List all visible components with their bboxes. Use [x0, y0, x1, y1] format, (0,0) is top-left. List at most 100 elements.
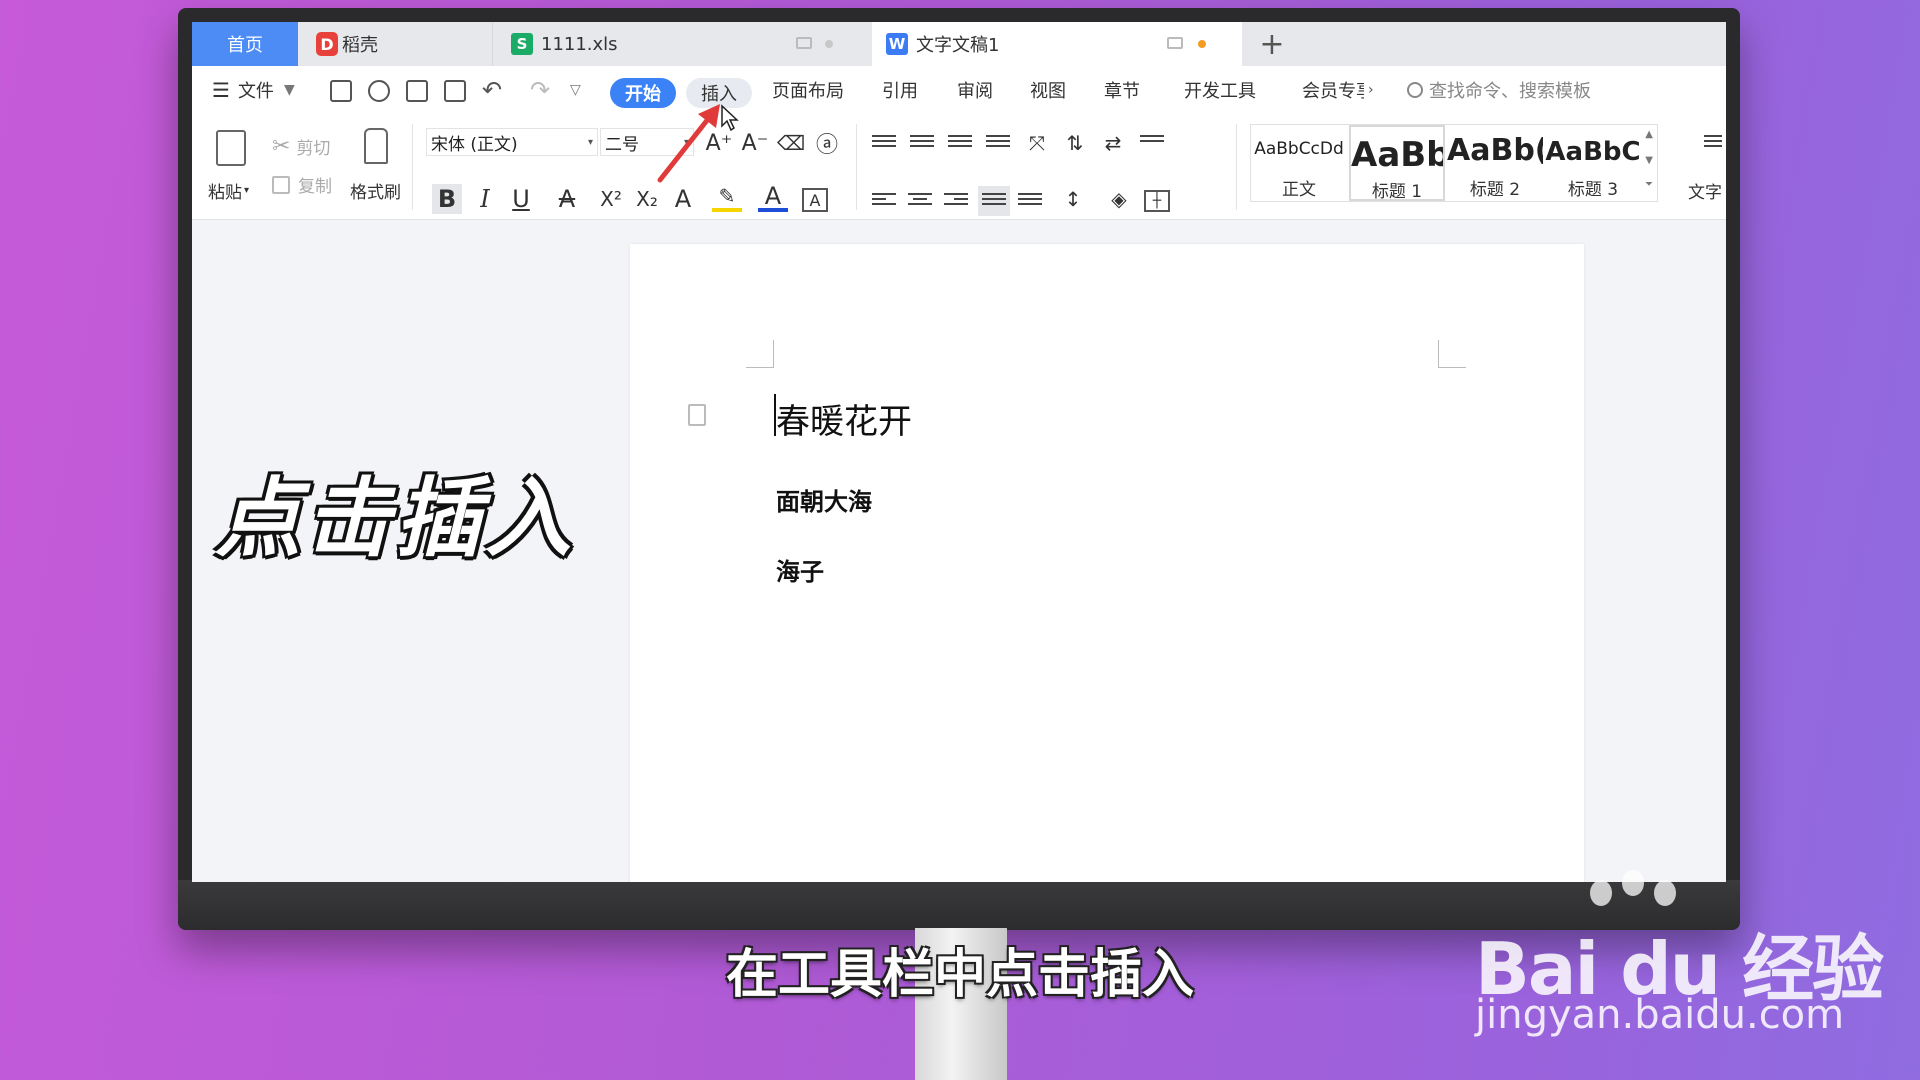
- font-family-select[interactable]: 宋体 (正文) ▾: [426, 128, 598, 156]
- style-sample: AaBb: [1351, 135, 1443, 175]
- align-center-icon[interactable]: [908, 190, 932, 210]
- chevron-down-icon: ▼: [283, 82, 295, 98]
- scroll-down-icon[interactable]: ▼: [1645, 155, 1653, 166]
- screen-icon[interactable]: [1167, 37, 1183, 49]
- paragraph-handle-icon[interactable]: [688, 404, 706, 426]
- justify-icon[interactable]: [978, 186, 1010, 216]
- text-tool-label: 文字: [1688, 183, 1722, 203]
- tab-view[interactable]: 视图: [1030, 66, 1066, 114]
- tab-home[interactable]: 首页: [192, 22, 298, 66]
- styles-gallery: AaBbCcDd 正文 AaBb 标题 1 AaBb( 标题 2 AaBbC 标…: [1250, 124, 1658, 202]
- tab-document[interactable]: W 文字文稿1: [872, 22, 1242, 66]
- pointer-arrow: [657, 104, 720, 183]
- chinese-layout-icon[interactable]: ⤧: [1022, 128, 1052, 158]
- bold-icon[interactable]: B: [432, 184, 462, 214]
- tab-review[interactable]: 审阅: [957, 66, 993, 114]
- scroll-up-icon[interactable]: ▲: [1645, 129, 1653, 140]
- file-menu[interactable]: ☰ 文件 ▼: [212, 66, 295, 114]
- style-heading-3[interactable]: AaBbC 标题 3: [1545, 125, 1641, 201]
- document-line[interactable]: 面朝大海: [776, 482, 872, 517]
- style-heading-2[interactable]: AaBb( 标题 2: [1447, 125, 1543, 201]
- increase-indent-icon[interactable]: [986, 132, 1010, 152]
- strikethrough-icon[interactable]: A: [552, 184, 582, 214]
- status-dot: [825, 40, 833, 48]
- tab-member-label: 会员专享: [1302, 81, 1364, 102]
- paste-icon[interactable]: [216, 130, 246, 166]
- tab-spreadsheet[interactable]: S 1111.xls: [493, 22, 863, 66]
- format-painter-label: 格式刷: [350, 183, 401, 203]
- text-tool-button[interactable]: 文字: [1688, 178, 1722, 203]
- style-name: 正文: [1282, 180, 1316, 200]
- screen-icon[interactable]: [796, 37, 812, 49]
- tab-dev-tools[interactable]: 开发工具: [1184, 66, 1256, 114]
- align-left-icon[interactable]: [872, 190, 896, 210]
- document-page[interactable]: 春暖花开 面朝大海 海子: [630, 244, 1584, 882]
- show-hide-icon[interactable]: ⇄: [1098, 128, 1128, 158]
- text-tool-icon[interactable]: [1704, 132, 1722, 152]
- file-menu-label: 文件: [237, 81, 274, 102]
- tab-page-layout-label: 页面布局: [772, 81, 844, 102]
- borders-icon[interactable]: ┼: [1144, 190, 1170, 212]
- tab-bar: 首页 D 稻壳 S 1111.xls W 文字文稿1 +: [192, 22, 1726, 66]
- undo-icon[interactable]: ↶: [482, 66, 502, 114]
- decrease-indent-icon[interactable]: [948, 132, 972, 152]
- copy-icon: [272, 175, 290, 194]
- ruler-icon[interactable]: [1140, 132, 1164, 152]
- unsaved-dot: [1198, 40, 1206, 48]
- redo-icon[interactable]: ↷: [530, 66, 550, 114]
- menu-row: ☰ 文件 ▼ ↶ ↷ ▽ 开始 插入 页面布局 引用 审阅 视图 章节 开发工具…: [192, 66, 1726, 114]
- print-preview-icon[interactable]: [444, 80, 466, 102]
- shrink-font-icon[interactable]: A⁻: [740, 128, 770, 158]
- margin-mark: [1438, 340, 1466, 368]
- italic-icon[interactable]: I: [470, 184, 500, 214]
- export-icon[interactable]: [368, 80, 390, 102]
- font-color-icon[interactable]: A: [758, 182, 788, 212]
- style-heading-1[interactable]: AaBb 标题 1: [1349, 125, 1445, 202]
- new-tab-button[interactable]: +: [1252, 22, 1292, 66]
- eraser-icon[interactable]: ⌫: [776, 128, 806, 158]
- tab-home-label: 首页: [227, 35, 263, 56]
- tab-docer[interactable]: D 稻壳: [298, 22, 493, 66]
- print-icon[interactable]: [406, 80, 428, 102]
- document-title[interactable]: 春暖花开: [776, 394, 912, 443]
- bullet-list-icon[interactable]: [872, 132, 896, 152]
- sort-icon[interactable]: ⇅: [1060, 128, 1090, 158]
- tab-chapter[interactable]: 章节: [1104, 66, 1140, 114]
- save-icon[interactable]: [330, 80, 352, 102]
- numbered-list-icon[interactable]: [910, 132, 934, 152]
- more-chevron-icon[interactable]: ▽: [570, 66, 581, 114]
- char-border-icon[interactable]: A: [802, 188, 828, 212]
- tab-chapter-label: 章节: [1104, 81, 1140, 102]
- spreadsheet-icon: S: [511, 33, 533, 55]
- format-painter-button[interactable]: 格式刷: [350, 178, 401, 203]
- copy-button[interactable]: 复制: [272, 172, 332, 197]
- tab-dev-tools-label: 开发工具: [1184, 81, 1256, 102]
- expand-icon[interactable]: ⏷: [1645, 179, 1653, 190]
- scissors-icon: ✂: [272, 134, 291, 159]
- command-search[interactable]: 查找命令、搜索模板: [1407, 66, 1591, 114]
- divider: [1236, 124, 1237, 210]
- writer-icon: W: [886, 33, 908, 55]
- distribute-icon[interactable]: [1018, 190, 1042, 210]
- shading-icon[interactable]: ◈: [1104, 184, 1134, 214]
- font-size-value: 二号: [605, 134, 639, 155]
- docer-icon: D: [316, 32, 338, 56]
- chevron-right-icon[interactable]: ›: [1368, 66, 1374, 114]
- document-line[interactable]: 海子: [776, 552, 824, 587]
- brush-icon[interactable]: [364, 128, 388, 164]
- style-normal[interactable]: AaBbCcDd 正文: [1251, 125, 1347, 201]
- tab-page-layout[interactable]: 页面布局: [772, 66, 844, 114]
- tab-reference[interactable]: 引用: [882, 66, 918, 114]
- underline-icon[interactable]: U: [506, 184, 536, 214]
- phonetic-icon[interactable]: ⓐ: [812, 128, 842, 158]
- superscript-icon[interactable]: X²: [596, 184, 626, 214]
- style-name: 标题 1: [1371, 182, 1423, 202]
- divider: [856, 124, 857, 210]
- paw-icon: [1622, 870, 1644, 896]
- tab-member[interactable]: 会员专享: [1302, 66, 1364, 114]
- cut-button[interactable]: ✂ 剪切: [272, 134, 330, 159]
- align-right-icon[interactable]: [944, 190, 968, 210]
- line-spacing-icon[interactable]: ↕: [1058, 184, 1088, 214]
- paste-label: 粘贴: [208, 183, 242, 203]
- paste-button[interactable]: 粘贴 ▾: [208, 178, 249, 203]
